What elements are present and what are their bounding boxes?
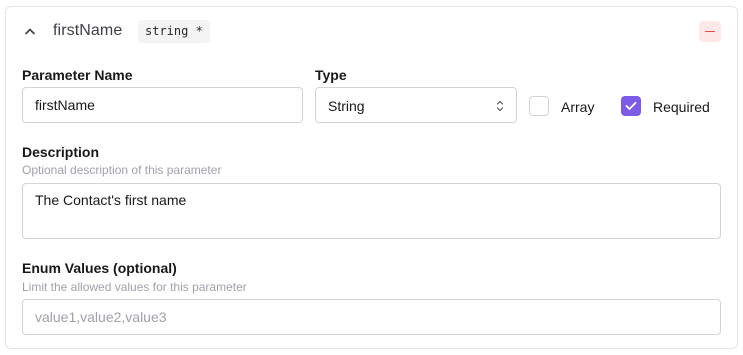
enum-values-input[interactable]	[22, 299, 721, 335]
check-icon	[625, 101, 637, 110]
enum-values-hint: Limit the allowed values for this parame…	[22, 280, 247, 294]
description-textarea[interactable]: The Contact's first name	[22, 183, 721, 239]
array-checkbox[interactable]	[529, 96, 549, 116]
minus-icon	[705, 30, 715, 33]
required-label[interactable]: Required	[653, 99, 710, 115]
description-hint: Optional description of this parameter	[22, 163, 222, 177]
enum-values-label: Enum Values (optional)	[22, 260, 177, 276]
parameter-title: firstName	[53, 22, 123, 39]
parameter-header: firstName string *	[6, 7, 737, 57]
chevron-up-icon[interactable]	[23, 24, 37, 38]
type-select[interactable]: String	[315, 87, 517, 123]
remove-parameter-button[interactable]	[699, 21, 721, 42]
array-label[interactable]: Array	[561, 99, 594, 115]
parameter-name-label: Parameter Name	[22, 67, 133, 83]
required-checkbox[interactable]	[621, 96, 641, 116]
type-select-value: String	[328, 98, 365, 114]
parameter-card: firstName string * Parameter Name Type S…	[5, 6, 738, 349]
type-label: Type	[315, 67, 347, 83]
chevron-up-down-icon	[496, 100, 504, 112]
type-badge: string *	[138, 20, 210, 43]
parameter-name-input[interactable]	[22, 87, 303, 123]
description-label: Description	[22, 144, 100, 160]
